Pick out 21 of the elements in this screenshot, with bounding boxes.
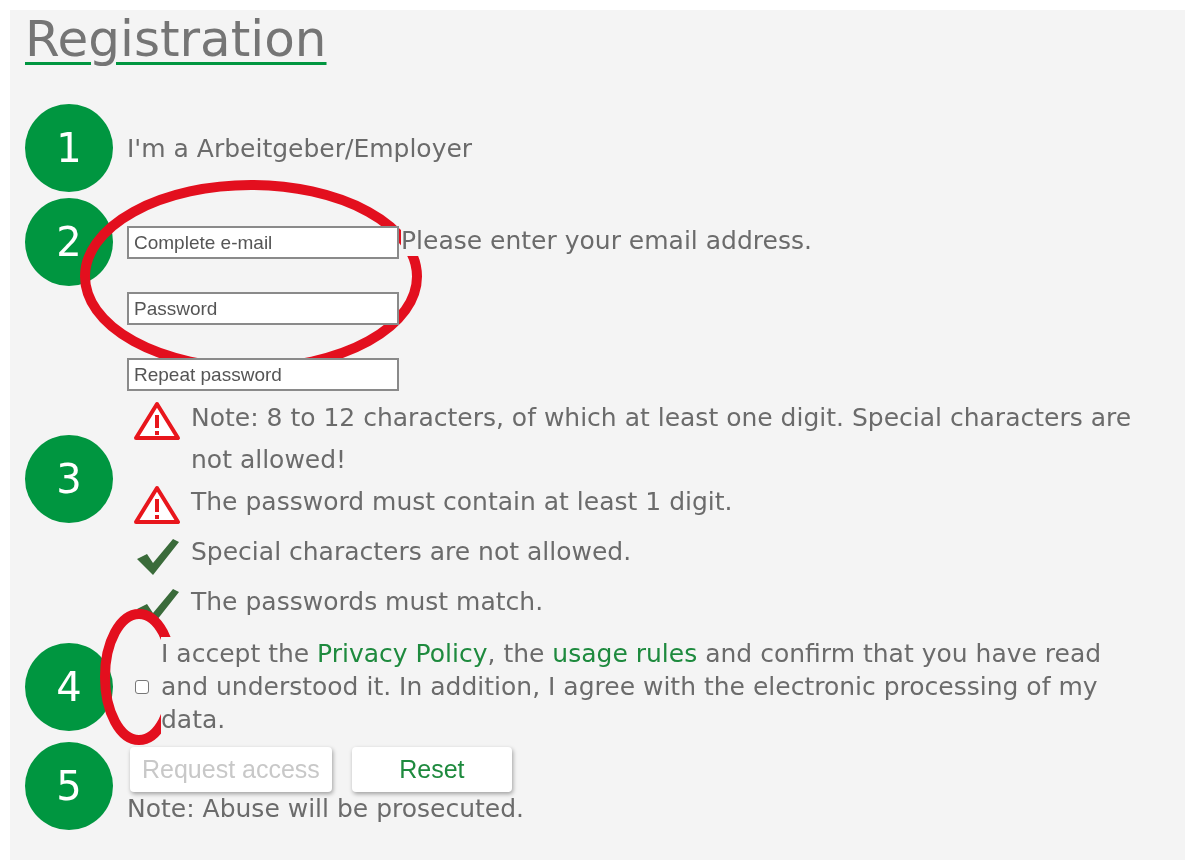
validation-message: The password must contain at least 1 digit. — [191, 487, 733, 516]
step-number: 3 — [25, 435, 113, 523]
validation-message: Special characters are not allowed. — [191, 537, 632, 566]
abuse-note: Note: Abuse will be prosecuted. — [127, 792, 525, 825]
step-number: 4 — [25, 642, 113, 731]
input-field[interactable]: Password — [127, 292, 399, 325]
warning-icon — [133, 485, 181, 525]
input-field[interactable]: Repeat password — [127, 358, 399, 391]
step-number: 2 — [25, 198, 113, 286]
policy-link[interactable]: Privacy Policy — [317, 639, 488, 668]
form-button[interactable]: Reset — [351, 746, 512, 792]
checkbox[interactable] — [135, 679, 149, 694]
warning-icon — [133, 401, 181, 441]
role-label: I'm a Arbeitgeber/Employer — [127, 133, 473, 163]
step-number: 1 — [25, 104, 113, 192]
validation-message: Note: 8 to 12 characters, of which at least one digit. Special characters are not allowed! — [191, 403, 1132, 474]
input-field[interactable]: Complete e-mail — [127, 226, 399, 259]
step-number: 5 — [25, 742, 113, 830]
policy-link[interactable]: usage rules — [552, 639, 698, 668]
page-title: Registration — [25, 10, 328, 68]
validation-message: The passwords must match. — [191, 587, 544, 616]
